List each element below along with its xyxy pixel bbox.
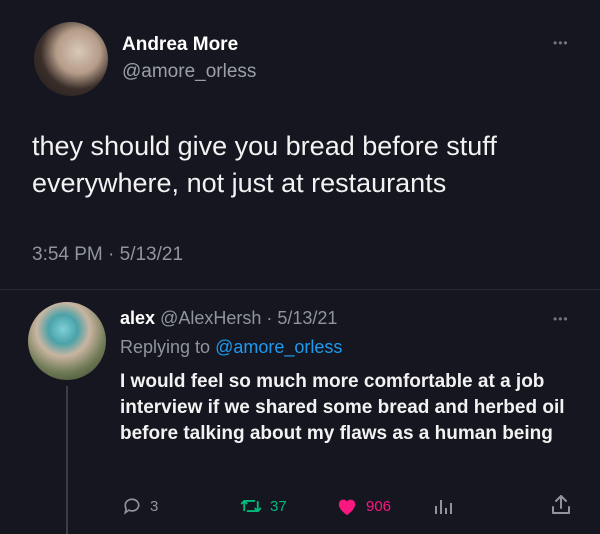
retweet-action[interactable]: 37 [240, 496, 287, 516]
reply-text: I would feel so much more comfortable at… [120, 371, 565, 444]
tweet-text: they should give you bread before stuff … [32, 131, 497, 198]
reply-author-handle[interactable]: @AlexHersh [160, 308, 261, 328]
heart-icon[interactable] [336, 496, 358, 516]
tweet-timestamp[interactable]: 3:54 PM · 5/13/21 [32, 244, 183, 266]
replying-to: Replying to @amore_orless [120, 337, 342, 358]
reply-author-name[interactable]: alex [120, 308, 155, 328]
like-count: 906 [366, 497, 392, 515]
analytics-icon[interactable] [433, 496, 453, 516]
reply-author-avatar[interactable] [28, 302, 106, 380]
analytics-action[interactable] [433, 496, 453, 516]
reply-header: alex @AlexHersh · 5/13/21 [120, 308, 337, 329]
reply-bubble-icon[interactable] [122, 496, 142, 516]
retweet-count: 37 [270, 497, 287, 515]
more-horizontal-icon[interactable]: ••• [553, 36, 569, 50]
reply-action[interactable]: 3 [122, 496, 158, 516]
reply-more-horizontal-icon[interactable]: ••• [553, 312, 569, 326]
reply-date[interactable]: · 5/13/21 [266, 308, 337, 328]
divider [0, 289, 600, 290]
replying-prefix: Replying to [120, 337, 211, 357]
like-action[interactable]: 906 [336, 496, 391, 516]
share-action[interactable] [551, 494, 571, 516]
author-name[interactable]: Andrea More [122, 34, 238, 56]
retweet-icon[interactable] [240, 496, 262, 516]
replying-mention-link[interactable]: @amore_orless [215, 337, 342, 357]
thread-line [66, 386, 68, 534]
share-icon[interactable] [551, 494, 571, 516]
reply-count: 3 [150, 497, 159, 515]
author-avatar[interactable] [34, 22, 108, 96]
author-handle[interactable]: @amore_orless [122, 61, 256, 83]
